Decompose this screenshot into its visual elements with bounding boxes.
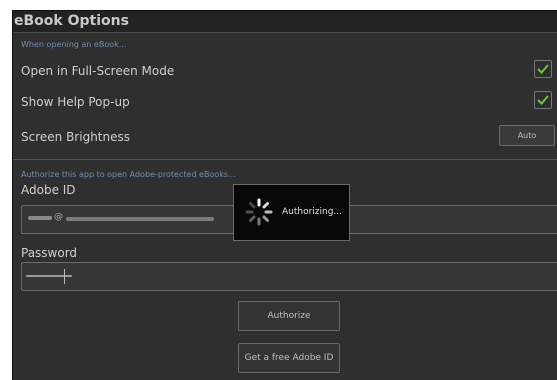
fullscreen-checkbox[interactable] xyxy=(534,60,552,78)
loading-spinner-icon xyxy=(245,198,273,226)
obscured-text xyxy=(28,216,52,220)
help-popup-checkbox[interactable] xyxy=(534,91,552,109)
fullscreen-label: Open in Full-Screen Mode xyxy=(21,64,175,78)
section-divider xyxy=(13,159,557,160)
authorize-button[interactable]: Authorize xyxy=(238,301,340,331)
authorize-section-label: Authorize this app to open Adobe-protect… xyxy=(21,170,236,179)
brightness-label: Screen Brightness xyxy=(21,130,130,144)
password-mask xyxy=(26,275,72,277)
opening-section-label: When opening an eBook... xyxy=(21,40,127,49)
check-icon xyxy=(537,64,549,74)
adobe-id-value: @ xyxy=(54,212,63,222)
authorizing-dialog: Authorizing... xyxy=(233,184,350,241)
text-cursor xyxy=(64,269,65,284)
password-label: Password xyxy=(21,246,78,260)
dialog-message: Authorizing... xyxy=(282,207,343,217)
password-field[interactable] xyxy=(21,262,557,291)
brightness-auto-button[interactable]: Auto xyxy=(499,125,555,146)
title-bar: eBook Options xyxy=(13,11,557,33)
page-title: eBook Options xyxy=(14,13,129,29)
adobe-id-label: Adobe ID xyxy=(21,183,76,197)
help-popup-label: Show Help Pop-up xyxy=(21,95,130,109)
obscured-text xyxy=(66,217,214,221)
get-free-adobe-id-button[interactable]: Get a free Adobe ID xyxy=(238,343,340,373)
ebook-options-screen: eBook Options When opening an eBook... O… xyxy=(12,10,557,380)
check-icon xyxy=(537,95,549,105)
